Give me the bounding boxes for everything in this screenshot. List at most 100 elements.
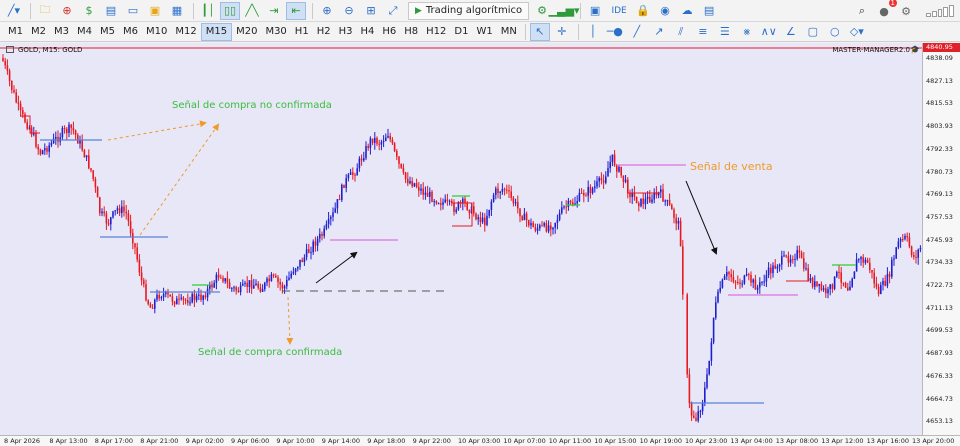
price-chart[interactable]: GOLD, M15: GOLD MASTER-MANAGER2.0 🎓 Seña… — [0, 43, 922, 435]
vps-icon[interactable]: ▤ — [699, 2, 719, 20]
timeframe-m30[interactable]: M30 — [261, 23, 290, 41]
timeframe-w1[interactable]: W1 — [472, 23, 496, 41]
candle-body — [149, 304, 152, 308]
annotation-buy-unconfirmed: Señal de compra no confirmada — [172, 100, 332, 111]
candle-body — [871, 270, 873, 273]
candle-body — [270, 274, 273, 282]
timeframe-m1[interactable]: M1 — [4, 23, 27, 41]
line-chart-icon[interactable]: ╱╲ — [242, 2, 262, 20]
candle-body — [899, 239, 902, 242]
candle-body — [158, 294, 160, 299]
bar-chart-icon[interactable]: ┃│ — [198, 2, 218, 20]
rectangle-icon[interactable]: ▢ — [803, 23, 823, 41]
chart-shift-icon[interactable]: ⇥ — [264, 2, 284, 20]
timeframe-m20[interactable]: M20 — [232, 23, 261, 41]
cloud-icon[interactable]: ☁ — [677, 2, 697, 20]
candlestick-plot — [0, 47, 922, 423]
candle-body — [532, 222, 534, 228]
image-icon[interactable]: ▣ — [585, 2, 605, 20]
calculator-icon[interactable]: ▤ — [101, 2, 121, 20]
timeframe-m5[interactable]: M5 — [96, 23, 119, 41]
timeframe-m3[interactable]: M3 — [50, 23, 73, 41]
broadcast-icon[interactable]: ◉ — [655, 2, 675, 20]
settings-icon[interactable]: ⚙ — [896, 2, 916, 20]
timeframe-m4[interactable]: M4 — [73, 23, 96, 41]
chart-type-icon[interactable]: ╱▾ — [4, 2, 24, 20]
candle-body — [503, 188, 506, 190]
timeframe-mn[interactable]: MN — [497, 23, 521, 41]
cursor-icon[interactable]: ↖ — [529, 22, 550, 41]
timeframe-h8[interactable]: H8 — [400, 23, 422, 41]
candle-body — [171, 296, 174, 302]
zoom-in-icon[interactable]: ⊕ — [317, 2, 337, 20]
time-axis[interactable]: 8 Apr 2026 8 Apr 13:00 8 Apr 17:00 8 Apr 21… — [0, 435, 960, 446]
candle-body — [292, 272, 295, 274]
candle-body — [585, 195, 587, 197]
price-tick-label: 4711.13 — [926, 303, 953, 312]
grid-icon[interactable]: ⊞ — [361, 2, 381, 20]
signal-icon[interactable]: ▣ — [145, 2, 165, 20]
elliott-icon[interactable]: ∧∨ — [759, 23, 779, 41]
timeframe-h2[interactable]: H2 — [313, 23, 335, 41]
crosshair-icon[interactable]: ✛ — [552, 23, 572, 41]
price-tick-label: 4780.73 — [926, 167, 953, 176]
fullscreen-icon[interactable]: ⤢ — [383, 2, 403, 20]
candle-body — [809, 277, 812, 281]
channel-icon[interactable]: ⫽ — [671, 23, 691, 41]
autoscroll-icon[interactable]: ⇤ — [286, 1, 306, 20]
dollar-icon[interactable]: $ — [79, 2, 99, 20]
timeframe-h1[interactable]: H1 — [291, 23, 313, 41]
zoom-out-icon[interactable]: ⊖ — [339, 2, 359, 20]
candle-body — [466, 202, 468, 210]
candle-body — [319, 233, 321, 239]
account-icon[interactable]: ● 1 — [874, 0, 897, 20]
timeframe-m15[interactable]: M15 — [200, 22, 233, 41]
candle-body — [187, 300, 189, 303]
timeframe-m10[interactable]: M10 — [142, 23, 171, 41]
connection-signal-icon[interactable] — [926, 5, 954, 17]
algo-trading-button[interactable]: ▶ Trading algorítmico — [408, 1, 530, 20]
timeframe-h12[interactable]: H12 — [422, 23, 450, 41]
price-axis[interactable]: 4840.95 4838.09 4827.13 4815.53 4803.93 4792… — [922, 43, 960, 435]
price-tick-label: 4722.73 — [926, 281, 953, 289]
ide-button[interactable]: IDE — [607, 2, 631, 20]
candle-body — [204, 295, 207, 298]
lock-icon[interactable]: 🔒 — [633, 2, 653, 20]
candle-body — [200, 294, 202, 300]
candle-body — [877, 286, 880, 295]
candle-body — [72, 127, 75, 131]
price-tick-label: 4653.13 — [926, 417, 953, 426]
templates-icon[interactable]: ▦ — [167, 2, 187, 20]
timeframe-h4[interactable]: H4 — [356, 23, 378, 41]
timeframe-m2[interactable]: M2 — [27, 23, 50, 41]
candle-body — [710, 342, 713, 361]
candle-body — [869, 262, 871, 271]
timeframe-m6[interactable]: M6 — [119, 23, 142, 41]
candlestick-icon[interactable]: ▯▯ — [220, 1, 240, 20]
shapes-icon[interactable]: ∠ — [781, 23, 801, 41]
ray-icon[interactable]: ↗ — [649, 23, 669, 41]
trendline-icon[interactable]: ╱ — [627, 23, 647, 41]
arrows-icon[interactable]: ◇▾ — [847, 23, 867, 41]
add-symbol-icon[interactable]: ⊕ — [57, 2, 77, 20]
candle-body — [781, 256, 783, 265]
display-icon[interactable]: ▭ — [123, 2, 143, 20]
price-tick-label: 4803.93 — [926, 122, 953, 131]
candle-body — [134, 243, 136, 248]
candle-body — [189, 302, 191, 304]
ellipse-icon[interactable]: ○ — [825, 23, 845, 41]
vertical-line-icon[interactable]: │ — [583, 23, 603, 41]
search-icon[interactable]: ⌕ — [852, 2, 872, 20]
candle-body — [24, 114, 26, 123]
open-folder-icon[interactable]: 🗀 — [35, 2, 55, 20]
timeframe-m12[interactable]: M12 — [171, 23, 200, 41]
candle-body — [26, 122, 28, 129]
timeframe-h3[interactable]: H3 — [335, 23, 357, 41]
timeframe-d1[interactable]: D1 — [450, 23, 472, 41]
timeframe-h6[interactable]: H6 — [378, 23, 400, 41]
gann-icon[interactable]: ⨳ — [737, 23, 757, 41]
horizontal-line-icon[interactable]: ─● — [605, 23, 625, 41]
fibonacci-icon[interactable]: ☰ — [715, 23, 735, 41]
indicators-icon[interactable]: ▁▃▅▾ — [549, 2, 580, 20]
pitchfork-icon[interactable]: ≡ — [693, 23, 713, 41]
